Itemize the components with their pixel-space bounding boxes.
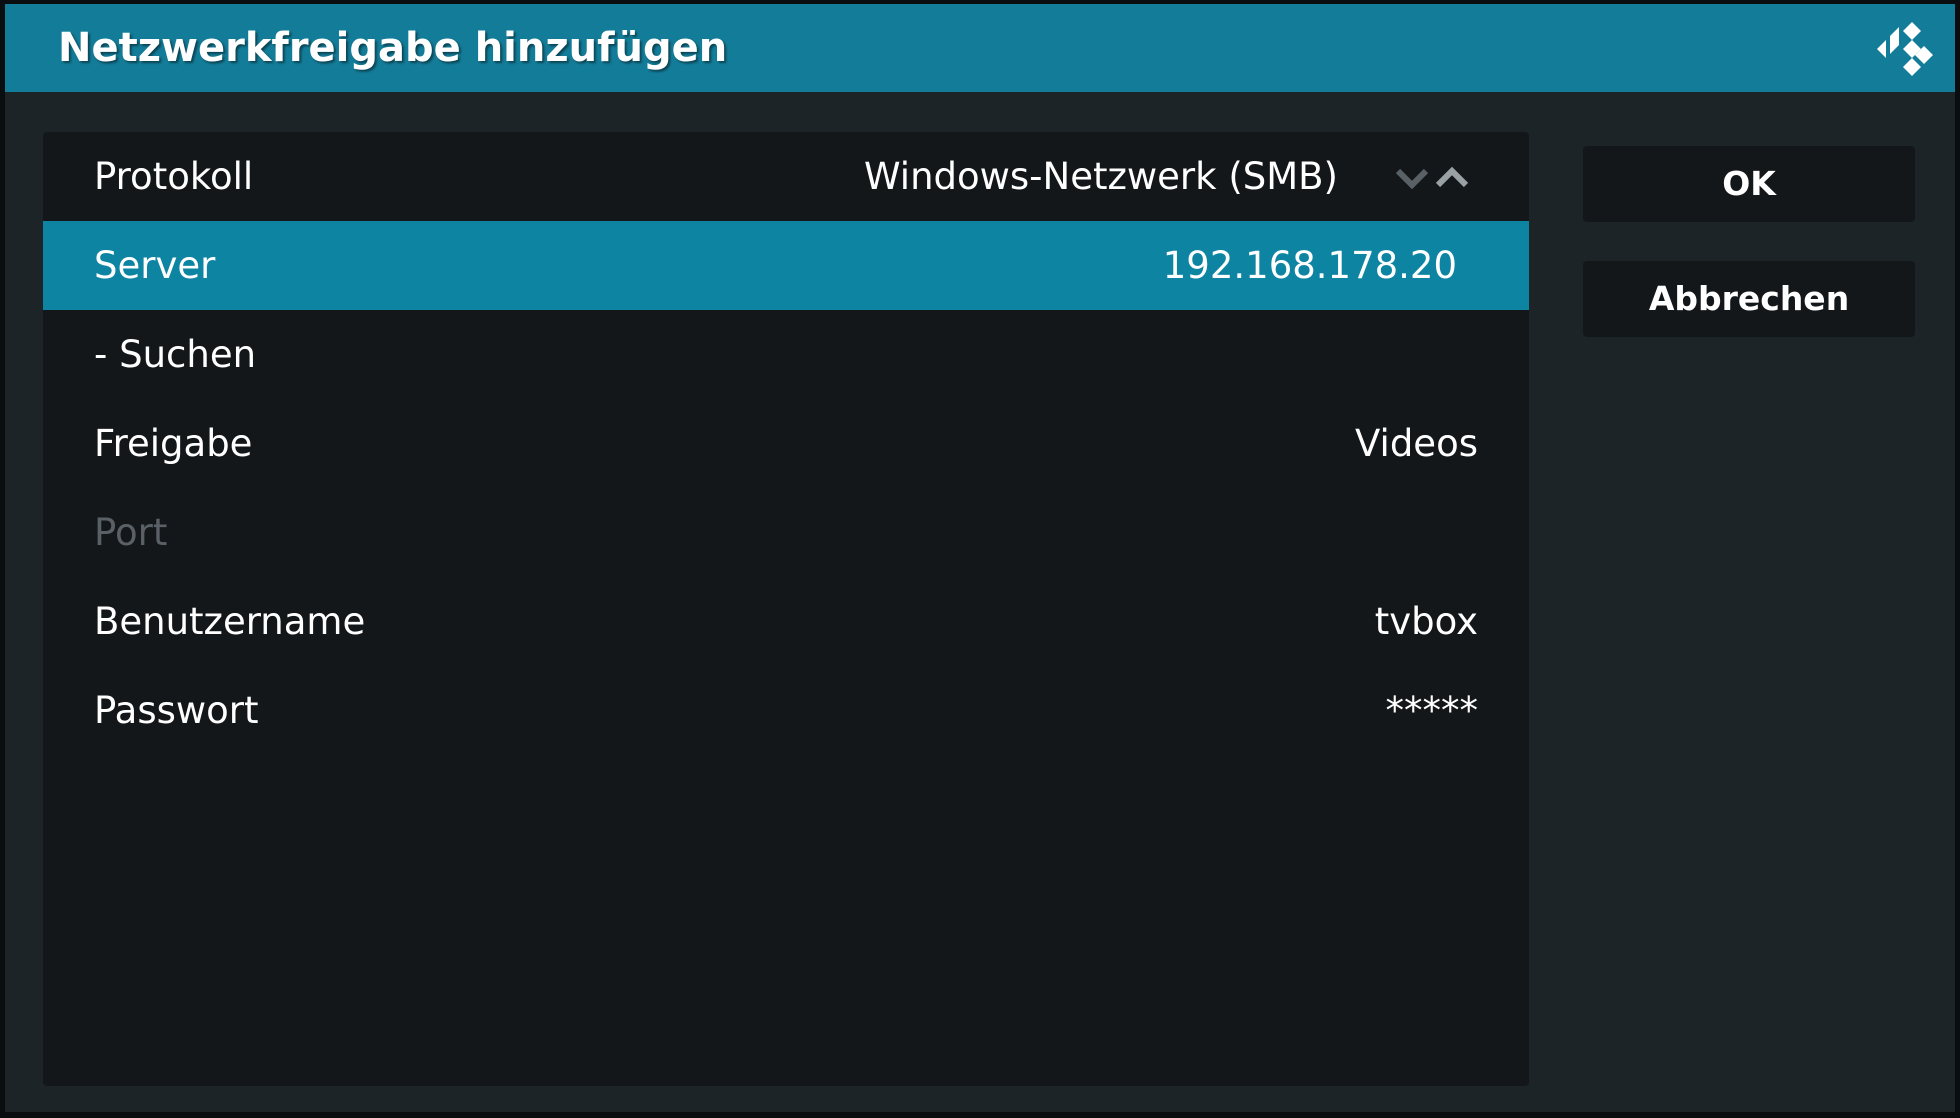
setting-port: Port (43, 488, 1529, 577)
add-network-share-dialog: Netzwerkfreigabe hinzufügen Protokoll Wi… (5, 4, 1955, 1112)
settings-list: Protokoll Windows-Netzwerk (SMB) Server … (43, 132, 1529, 1086)
setting-password-value: ***** (1385, 689, 1479, 732)
setting-username-value: tvbox (1374, 600, 1478, 643)
cancel-button[interactable]: Abbrechen (1583, 261, 1915, 337)
setting-browse[interactable]: - Suchen (43, 310, 1529, 399)
dialog-header: Netzwerkfreigabe hinzufügen (5, 4, 1955, 92)
setting-password-label: Passwort (94, 689, 259, 732)
setting-password[interactable]: Passwort ***** (43, 666, 1529, 755)
setting-share-value: Videos (1355, 422, 1478, 465)
setting-share-label: Freigabe (94, 422, 253, 465)
setting-protocol-label: Protokoll (94, 155, 254, 198)
setting-username-label: Benutzername (94, 600, 366, 643)
setting-share[interactable]: Freigabe Videos (43, 399, 1529, 488)
setting-port-label: Port (94, 511, 168, 554)
setting-browse-label: - Suchen (94, 333, 257, 376)
kodi-logo-icon (1877, 22, 1933, 76)
setting-protocol[interactable]: Protokoll Windows-Netzwerk (SMB) (43, 132, 1529, 221)
ok-button[interactable]: OK (1583, 146, 1915, 222)
chevron-down-icon (1395, 168, 1429, 190)
setting-server-value: 192.168.178.20 (1162, 244, 1457, 287)
setting-username[interactable]: Benutzername tvbox (43, 577, 1529, 666)
setting-server[interactable]: Server 192.168.178.20 (43, 221, 1529, 310)
chevron-up-icon (1435, 166, 1469, 188)
setting-server-label: Server (94, 244, 216, 287)
protocol-spinner[interactable] (1394, 162, 1478, 192)
dialog-title: Netzwerkfreigabe hinzufügen (58, 25, 728, 71)
setting-protocol-value: Windows-Netzwerk (SMB) (864, 155, 1338, 198)
